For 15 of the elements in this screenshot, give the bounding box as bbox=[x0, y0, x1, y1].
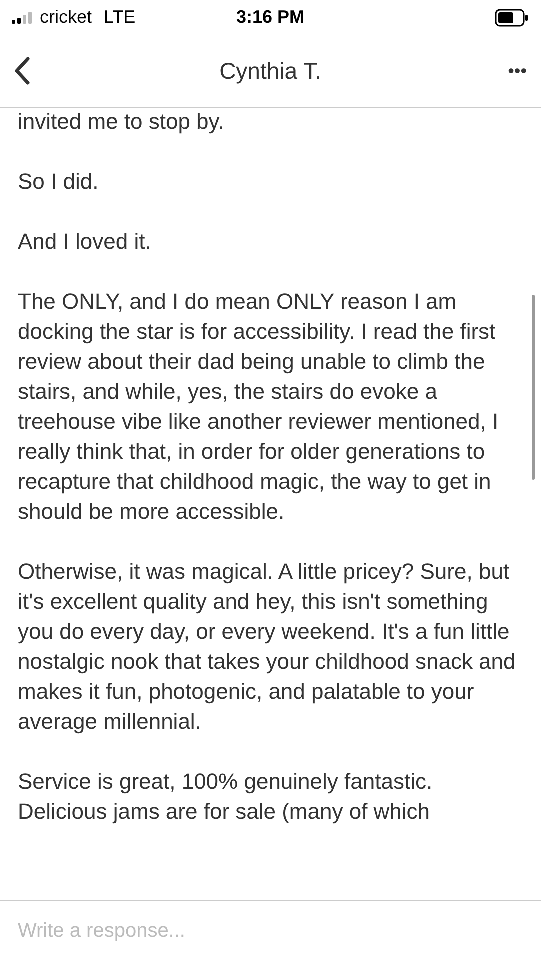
response-field[interactable]: Write a response... bbox=[18, 916, 523, 946]
more-button[interactable]: ••• bbox=[487, 58, 527, 84]
signal-icon bbox=[12, 12, 34, 24]
review-paragraph: Service is great, 100% genuinely fantastic. Delicious jams are for sale (many of which bbox=[18, 768, 434, 826]
clock-time: 3:16 PM bbox=[236, 6, 305, 29]
battery-icon bbox=[495, 8, 529, 26]
review-paragraph: invited me to stop by. bbox=[18, 108, 226, 136]
review-paragraph: The ONLY, and I do mean ONLY reason I am docking the star is for accessibility. I read the first review about their dad being unable to climb the stairs, and while, yes, the stairs do evoke a treehouse vibe like another reviewer mentioned, I really think that, in order for older generations to recapture that childhood magic, the way to get in should be more accessible. bbox=[18, 288, 500, 526]
review-paragraph: So I did. bbox=[18, 168, 100, 196]
review-paragraph: And I loved it. bbox=[18, 228, 152, 256]
header-title: Cynthia T. bbox=[220, 56, 322, 86]
back-icon bbox=[14, 57, 30, 85]
carrier-name: cricket bbox=[40, 6, 92, 29]
review-paragraph: Otherwise, it was magical. A little pricey? Sure, but it's excellent quality and hey, this isn't something you do every day, or every weekend. It's a fun little nostalgic nook that takes your childhood snack and makes it fun, photogenic, and palatable to your average millennial. bbox=[18, 558, 517, 736]
network-type: LTE bbox=[104, 6, 136, 29]
